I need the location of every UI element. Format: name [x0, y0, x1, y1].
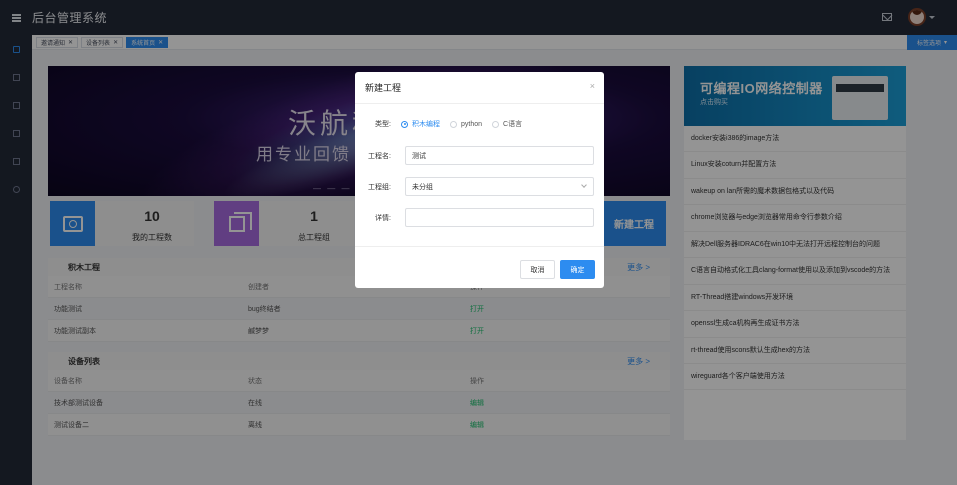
dialog-header: 新建工程 — [355, 72, 604, 104]
type-row: 类型: 积木编程 python C语言 — [355, 119, 604, 129]
dialog-title: 新建工程 — [365, 83, 402, 93]
name-label: 工程名: — [368, 152, 391, 160]
radio-checked-icon — [401, 120, 408, 128]
radio-unchecked-icon — [450, 120, 457, 128]
detail-label: 详情: — [375, 214, 391, 222]
dialog-footer: 取消 确定 — [355, 246, 604, 288]
close-icon[interactable]: × — [590, 81, 595, 91]
project-name-input[interactable]: 测试 — [405, 146, 594, 165]
radio-c-language[interactable]: C语言 — [492, 119, 522, 129]
new-project-dialog: 新建工程 × 类型: 积木编程 python C语言 工程名: 测试 工程组: … — [355, 72, 604, 288]
chevron-down-icon — [581, 182, 587, 188]
confirm-button[interactable]: 确定 — [560, 260, 595, 279]
radio-unchecked-icon — [492, 120, 500, 128]
radio-block-coding[interactable]: 积木编程 — [401, 119, 440, 129]
radio-label: python — [461, 120, 483, 128]
type-radio-group: 积木编程 python C语言 — [395, 119, 522, 129]
detail-row: 详情: — [355, 208, 604, 227]
radio-label: 积木编程 — [412, 121, 440, 128]
type-label: 类型: — [375, 121, 391, 128]
radio-python[interactable]: python — [450, 120, 483, 128]
project-group-select[interactable]: 未分组 — [405, 177, 594, 196]
name-row: 工程名: 测试 — [355, 146, 604, 165]
group-row: 工程组: 未分组 — [355, 177, 604, 196]
group-label: 工程组: — [368, 183, 391, 191]
cancel-button[interactable]: 取消 — [520, 260, 555, 279]
detail-input[interactable] — [405, 208, 594, 227]
radio-label: C语言 — [503, 121, 523, 128]
select-value: 未分组 — [412, 183, 433, 191]
